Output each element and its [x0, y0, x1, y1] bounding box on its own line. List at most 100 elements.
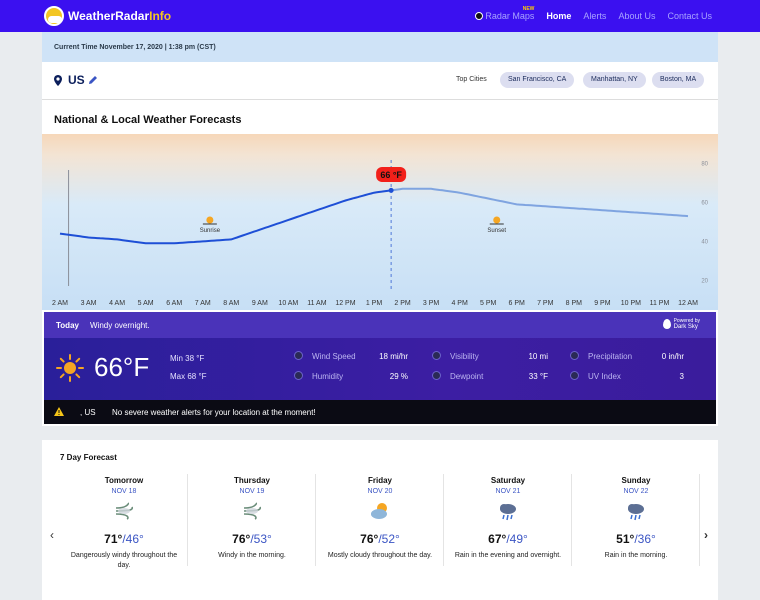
dark-sky-icon [662, 319, 671, 329]
day-date: NOV 22 [623, 488, 649, 495]
day-card-friday[interactable]: Friday NOV 20 76°/52° Mostly cloudy thro… [316, 474, 444, 574]
day-description: Rain in the morning. [604, 552, 668, 559]
sunny-icon [56, 354, 84, 382]
partly-cloudy-icon [371, 503, 387, 519]
location-row: US Top Cities San Francisco, CA Manhatta… [42, 62, 718, 100]
prev-arrow-icon[interactable]: ‹ [50, 528, 54, 542]
temperature-line-forecast [390, 187, 689, 218]
nav-radar-maps-label: Radar Maps [485, 11, 535, 21]
weather-alert-bar: , US No severe weather alerts for your l… [44, 400, 716, 424]
powered-by-dark-sky[interactable]: Powered by Dark Sky [662, 318, 700, 330]
chart-svg: 20 40 60 80 2 AM 3 AM 4 AM 5 AM 6 AM 7 AM 8 AM 9 AM… [52, 160, 709, 307]
metric-dewpoint-label: Dewpoint [450, 372, 484, 381]
logo-text-main: WeatherRadar [68, 9, 150, 23]
current-time-text: Current Time November 17, 2020 | 1:38 pm… [54, 43, 216, 51]
day-description: Dangerously windy throughout the day. [70, 552, 178, 569]
nav-about-us[interactable]: About Us [618, 11, 655, 21]
city-pill-manhattan[interactable]: Manhattan, NY [583, 72, 646, 88]
precipitation-icon [570, 351, 579, 360]
hourly-temperature-chart[interactable]: 20 40 60 80 2 AM 3 AM 4 AM 5 AM 6 AM 7 AM 8 AM 9 AM… [42, 134, 718, 310]
edit-location-icon[interactable] [88, 75, 98, 85]
wind-icon [115, 502, 134, 520]
day-separator [699, 474, 700, 566]
metric-dewpoint-value: 33 °F [528, 372, 548, 381]
nav-alerts[interactable]: Alerts [583, 11, 606, 21]
new-badge: NEW [522, 6, 535, 12]
day-description: Windy in the morning. [218, 552, 286, 559]
humidity-icon [294, 371, 303, 380]
metric-precipitation-value: 0 in/hr [661, 352, 684, 361]
x-tick-label: 9 PM [594, 300, 611, 307]
day-card-sunday[interactable]: Sunday NOV 22 51°/36° Rain in the mornin… [572, 474, 700, 574]
logo-text-accent: Info [149, 9, 172, 23]
day-card-saturday[interactable]: Saturday NOV 21 67°/49° Rain in the even… [444, 474, 572, 574]
day-low: /52° [378, 532, 400, 546]
x-tick-label: 10 PM [621, 300, 641, 307]
x-tick-label: 1 PM [366, 300, 383, 307]
x-tick-label: 11 AM [307, 300, 326, 307]
day-low: /53° [250, 532, 272, 546]
seven-day-title: 7 Day Forecast [60, 453, 117, 462]
day-name: Thursday [233, 476, 270, 485]
radar-icon [475, 12, 484, 20]
sun-annotation-label: Sunrise [200, 228, 221, 234]
day-date: NOV 19 [239, 488, 265, 495]
x-tick-label: 3 PM [423, 300, 440, 307]
metric-wind-speed-value: 18 mi/hr [379, 352, 408, 361]
powered-line-2: Dark Sky [673, 324, 698, 330]
min-temperature: Min 38 °F [170, 354, 205, 363]
site-logo[interactable]: WeatherRadarInfo [44, 6, 171, 26]
x-tick-label: 9 AM [252, 300, 268, 307]
current-point [388, 187, 394, 193]
day-card-thursday[interactable]: Thursday NOV 19 76°/53° Windy in the mor… [188, 474, 316, 574]
navbar: WeatherRadarInfo Radar Maps NEW Home Ale… [0, 0, 760, 32]
top-cities-label: Top Cities [456, 76, 487, 83]
metric-visibility-label: Visibility [450, 352, 479, 361]
day-description: Rain in the evening and overnight. [454, 552, 562, 559]
x-tick-label: 8 PM [566, 300, 583, 307]
warning-icon [54, 407, 64, 416]
rain-icon [500, 504, 516, 521]
wind-icon [243, 502, 262, 520]
day-name: Friday [367, 476, 392, 485]
x-tick-label: 4 AM [109, 300, 125, 307]
sun-icon [493, 216, 501, 224]
sun-icon [206, 216, 214, 224]
metric-precipitation-label: Precipitation [588, 352, 633, 361]
current-temperature: 66°F [94, 352, 150, 382]
y-tick-label: 20 [701, 278, 708, 284]
metric-humidity-value: 29 % [389, 372, 408, 381]
x-tick-label: 6 PM [509, 300, 526, 307]
x-tick-label: 2 AM [52, 300, 68, 307]
x-tick-label: 8 AM [223, 300, 239, 307]
next-arrow-icon[interactable]: › [704, 528, 708, 542]
nav-radar-maps[interactable]: Radar Maps NEW [475, 6, 535, 21]
y-tick-label: 60 [701, 200, 708, 206]
location-pin-icon [54, 75, 62, 86]
visibility-icon [432, 351, 441, 360]
dewpoint-icon [432, 371, 441, 380]
y-tick-label: 40 [701, 239, 708, 245]
city-pill-boston[interactable]: Boston, MA [652, 72, 705, 88]
day-date: NOV 18 [111, 488, 137, 495]
city-pill-san-francisco[interactable]: San Francisco, CA [500, 72, 575, 88]
x-tick-label: 4 PM [451, 300, 468, 307]
y-tick-label: 80 [701, 161, 708, 167]
metric-humidity-label: Humidity [312, 372, 344, 381]
forecast-title: National & Local Weather Forecasts [54, 114, 242, 126]
nav-contact-us[interactable]: Contact Us [667, 11, 712, 21]
nav-home[interactable]: Home [546, 11, 571, 21]
x-tick-label: 7 PM [537, 300, 554, 307]
day-high: 67° [488, 532, 507, 546]
day-high: 51° [616, 532, 635, 546]
seven-day-forecast: 7 Day Forecast ‹ › Tomorrow NOV 18 71°/4… [42, 440, 718, 600]
day-card-tomorrow[interactable]: Tomorrow NOV 18 71°/46° Dangerously wind… [60, 474, 188, 574]
x-tick-label: 3 AM [81, 300, 97, 307]
day-name: Sunday [621, 476, 651, 485]
current-temp-label: 66 °F [380, 170, 402, 180]
metric-visibility-value: 10 mi [528, 352, 548, 361]
day-name: Tomorrow [104, 476, 144, 485]
temperature-line-past [59, 189, 392, 245]
forecast-card: National & Local Weather Forecasts 20 40 6… [42, 100, 718, 426]
x-tick-label: 5 AM [138, 300, 154, 307]
